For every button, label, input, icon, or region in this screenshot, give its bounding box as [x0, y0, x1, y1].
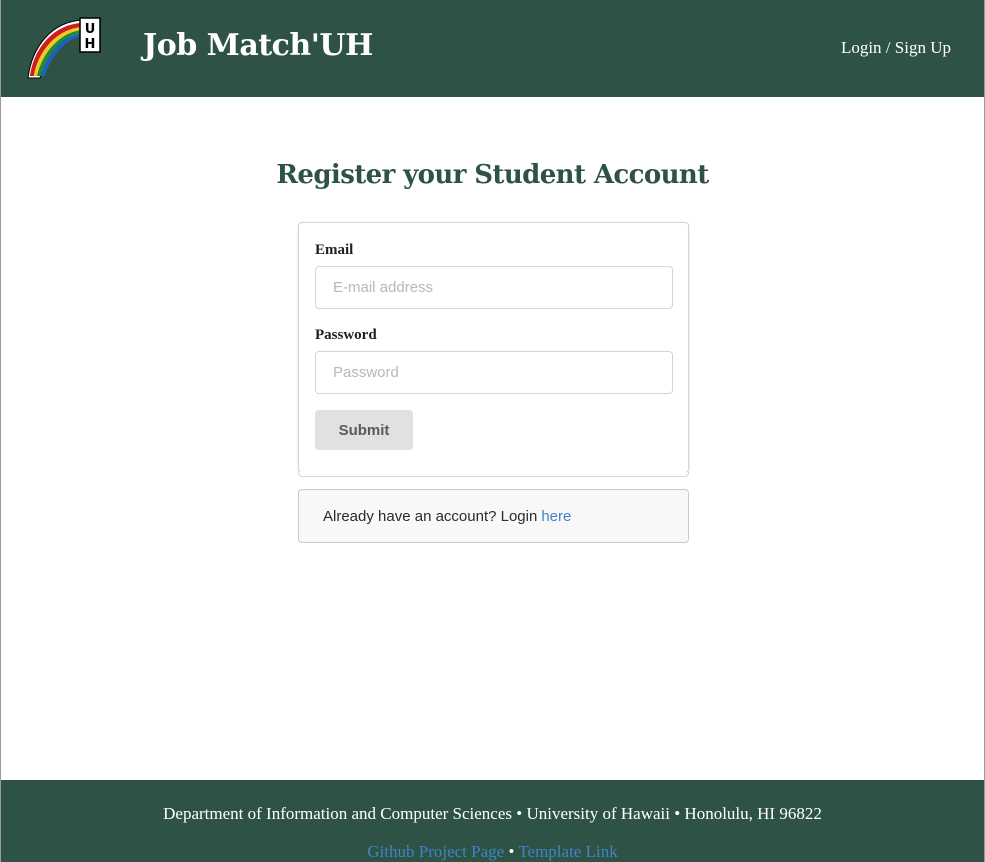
login-signup-link[interactable]: Login / Sign Up [841, 38, 951, 58]
brand-title[interactable]: Job Match'UH [143, 28, 373, 63]
login-here-link[interactable]: here [541, 508, 571, 525]
logo-letter-h: H [85, 37, 96, 52]
page-title: Register your Student Account [276, 160, 709, 190]
login-message: Already have an account? Login here [298, 489, 689, 543]
email-label: Email [315, 242, 354, 258]
password-label: Password [315, 327, 377, 343]
submit-button[interactable]: Submit [315, 410, 413, 450]
footer-address: Department of Information and Computer S… [163, 804, 822, 823]
email-field[interactable] [315, 266, 673, 309]
top-navbar: U H Job Match'UH Login / Sign Up [1, 0, 984, 97]
footer: Department of Information and Computer S… [1, 780, 984, 862]
template-link[interactable]: Template Link [518, 842, 617, 861]
logo-letter-u: U [85, 22, 96, 37]
password-field[interactable] [315, 351, 673, 394]
login-prompt-text: Already have an account? Login [323, 507, 538, 525]
uh-rainbow-logo[interactable]: U H [26, 16, 102, 80]
footer-links: Github Project Page • Template Link [1, 842, 984, 862]
github-project-link[interactable]: Github Project Page [367, 842, 504, 861]
footer-separator: • [508, 842, 515, 861]
register-form: Email Password Submit [298, 222, 689, 477]
